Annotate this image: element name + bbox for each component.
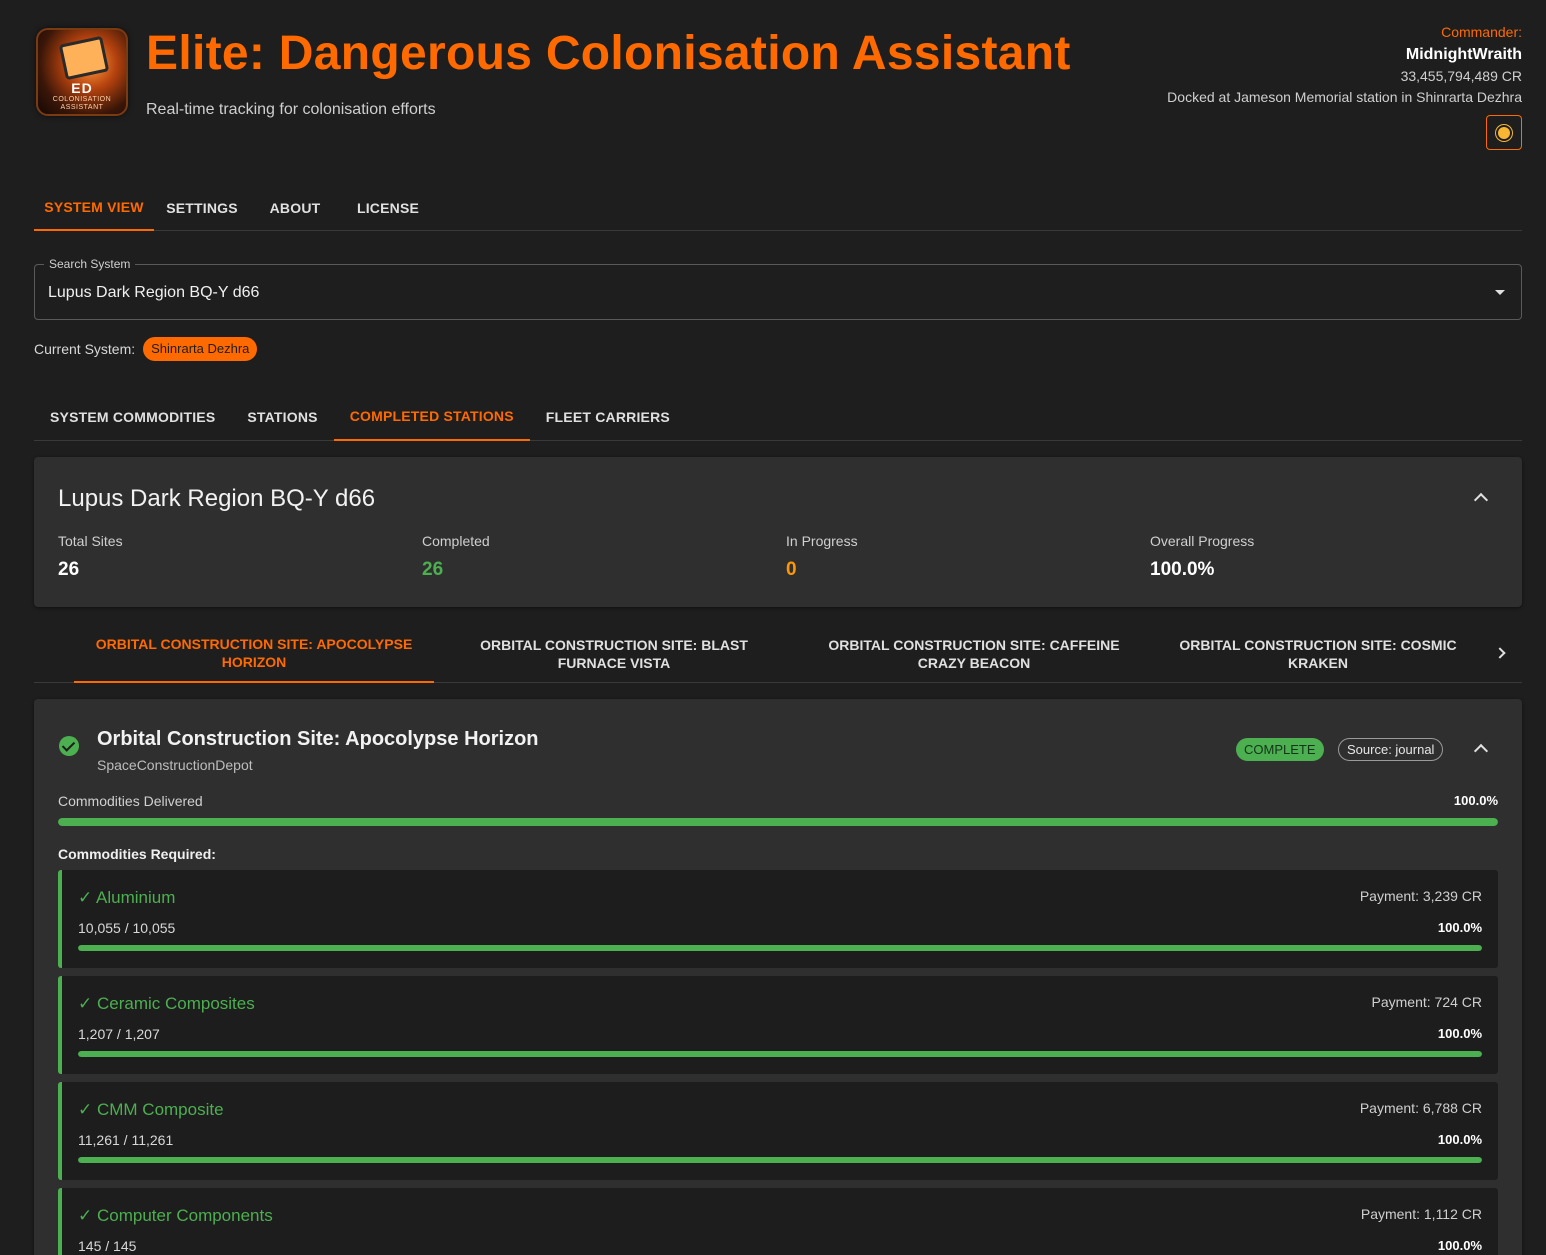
tab-settings[interactable]: SETTINGS [154, 184, 250, 231]
system-sub-tabs: SYSTEM COMMODITIES STATIONS COMPLETED ST… [34, 392, 1522, 441]
commodity-name: ✓ Aluminium [78, 888, 176, 907]
commodity-progress-bar [78, 1051, 1482, 1057]
commander-credits: 33,455,794,489 CR [1400, 68, 1522, 84]
commodity-item: ✓ CMM Composite Payment: 6,788 CR 11,261… [58, 1082, 1498, 1180]
commodity-payment: Payment: 3,239 CR [1359, 888, 1482, 904]
commodity-name: ✓ CMM Composite [78, 1100, 224, 1119]
scroll-right-chevron-icon[interactable] [1494, 647, 1506, 659]
source-badge: Source: journal [1338, 738, 1444, 761]
stat-overall-progress: Overall Progress 100.0% [1150, 533, 1254, 581]
progress-fill [78, 1051, 1482, 1057]
station-tab-apocolypse-horizon[interactable]: ORBITAL CONSTRUCTION SITE: APOCOLYPSE HO… [74, 624, 434, 683]
stat-label: In Progress [786, 533, 858, 549]
stat-value: 100.0% [1150, 559, 1215, 580]
commodity-progress-bar [78, 1157, 1482, 1163]
current-system: Current System: Shinrarta Dezhra [34, 336, 258, 361]
tab-license[interactable]: LICENSE [340, 184, 436, 231]
theme-toggle-button[interactable] [1486, 115, 1522, 150]
status-badge: COMPLETE [1236, 738, 1324, 761]
stat-label: Completed [422, 533, 490, 549]
commander-label: Commander: [1441, 24, 1522, 40]
commodity-payment: Payment: 724 CR [1371, 994, 1483, 1010]
stat-value: 26 [422, 559, 444, 580]
commodity-item: ✓ Aluminium Payment: 3,239 CR 10,055 / 1… [58, 870, 1498, 968]
commodity-item: ✓ Computer Components Payment: 1,112 CR … [58, 1188, 1498, 1255]
stat-in-progress: In Progress 0 [786, 533, 858, 581]
tab-fleet-carriers[interactable]: FLEET CARRIERS [530, 392, 686, 441]
main-tabs: SYSTEM VIEW SETTINGS ABOUT LICENSE [34, 184, 1522, 231]
logo-ship-icon [58, 35, 110, 81]
commodity-percent: 100.0% [1437, 1238, 1482, 1253]
delivered-percent: 100.0% [1453, 793, 1498, 808]
system-summary-card: Lupus Dark Region BQ-Y d66 Total Sites 2… [34, 457, 1522, 607]
commodity-quantity: 11,261 / 11,261 [78, 1132, 174, 1148]
delivered-progress-bar [58, 818, 1498, 826]
commodity-name: ✓ Computer Components [78, 1206, 273, 1225]
stat-label: Overall Progress [1150, 533, 1255, 549]
station-tab-cosmic-kraken[interactable]: ORBITAL CONSTRUCTION SITE: COSMIC KRAKEN [1148, 624, 1488, 683]
search-system-value[interactable]: Lupus Dark Region BQ-Y d66 [48, 284, 259, 302]
collapse-chevron-up-icon[interactable] [1473, 492, 1489, 508]
commodity-quantity: 145 / 145 [78, 1238, 137, 1254]
search-system-label: Search System [44, 257, 136, 271]
commodity-payment: Payment: 1,112 CR [1360, 1206, 1482, 1222]
progress-fill [78, 945, 1482, 951]
current-system-label: Current System: [34, 340, 136, 357]
tab-system-view[interactable]: SYSTEM VIEW [34, 184, 154, 231]
station-type: SpaceConstructionDepot [97, 757, 253, 773]
commodity-percent: 100.0% [1437, 920, 1482, 935]
commodity-percent: 100.0% [1437, 1026, 1482, 1041]
commodity-name: ✓ Ceramic Composites [78, 994, 255, 1013]
logo-text: ED [71, 80, 93, 96]
delivered-label: Commodities Delivered [58, 793, 203, 809]
commodity-progress-bar [78, 945, 1482, 951]
commander-name: MidnightWraith [1405, 46, 1522, 63]
station-tab-caffeine-crazy-beacon[interactable]: ORBITAL CONSTRUCTION SITE: CAFFEINE CRAZ… [794, 624, 1154, 683]
tab-stations[interactable]: STATIONS [231, 392, 333, 441]
app-logo: ED COLONISATION ASSISTANT [36, 28, 128, 116]
station-name: Orbital Construction Site: Apocolypse Ho… [97, 728, 539, 750]
commodity-item: ✓ Ceramic Composites Payment: 724 CR 1,2… [58, 976, 1498, 1074]
station-card: Orbital Construction Site: Apocolypse Ho… [34, 699, 1522, 1255]
dropdown-arrow-icon[interactable] [1495, 290, 1505, 295]
stat-total-sites: Total Sites 26 [58, 533, 123, 581]
station-tab-blast-furnace-vista[interactable]: ORBITAL CONSTRUCTION SITE: BLAST FURNACE… [434, 624, 794, 683]
station-collapse-chevron-up-icon[interactable] [1473, 743, 1489, 759]
summary-system-name: Lupus Dark Region BQ-Y d66 [58, 485, 376, 512]
current-system-chip[interactable]: Shinrarta Dezhra [143, 336, 258, 361]
sun-icon [1498, 126, 1510, 139]
stat-label: Total Sites [58, 533, 123, 549]
stat-completed: Completed 26 [422, 533, 490, 581]
stat-value: 0 [786, 559, 797, 580]
station-tabs: ORBITAL CONSTRUCTION SITE: APOCOLYPSE HO… [34, 624, 1522, 683]
search-system-select[interactable]: Search System Lupus Dark Region BQ-Y d66 [34, 257, 1522, 320]
check-circle-icon [59, 736, 79, 756]
commodity-payment: Payment: 6,788 CR [1359, 1100, 1482, 1116]
commodity-percent: 100.0% [1437, 1132, 1482, 1147]
commander-panel: Commander: MidnightWraith 33,455,794,489… [1022, 24, 1522, 107]
commodity-quantity: 10,055 / 10,055 [78, 920, 176, 936]
commodity-quantity: 1,207 / 1,207 [78, 1026, 160, 1042]
app-header: ED COLONISATION ASSISTANT Elite: Dangero… [0, 0, 1546, 170]
app-subtitle: Real-time tracking for colonisation effo… [146, 101, 436, 118]
logo-subtext: COLONISATION ASSISTANT [52, 96, 112, 111]
commander-status: Docked at Jameson Memorial station in Sh… [1167, 89, 1522, 105]
tab-about[interactable]: ABOUT [250, 184, 340, 231]
commodities-required-label: Commodities Required: [58, 846, 216, 862]
stat-value: 26 [58, 559, 80, 580]
progress-fill [58, 818, 1498, 826]
progress-fill [78, 1157, 1482, 1163]
tab-system-commodities[interactable]: SYSTEM COMMODITIES [34, 392, 231, 441]
app-title: Elite: Dangerous Colonisation Assistant [146, 27, 1071, 80]
tab-completed-stations[interactable]: COMPLETED STATIONS [333, 392, 530, 441]
